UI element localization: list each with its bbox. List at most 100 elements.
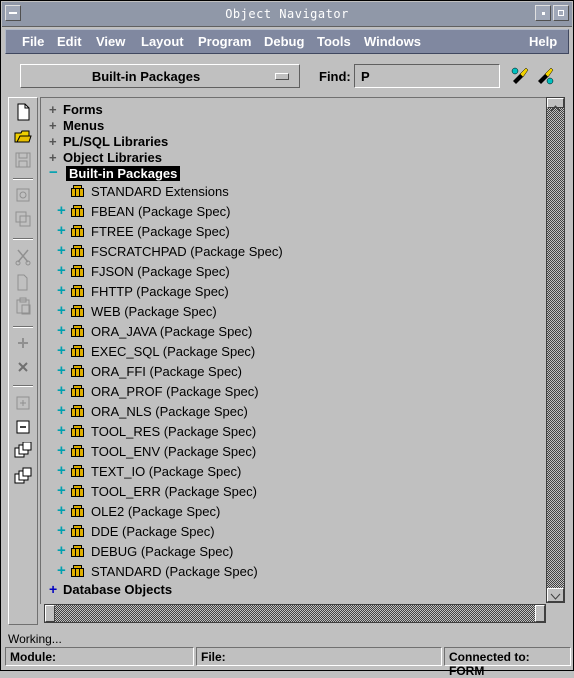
package-icon — [71, 345, 84, 357]
maximize-button[interactable] — [553, 5, 569, 21]
expand-plus-icon[interactable]: + — [49, 118, 57, 133]
expand-plus-icon[interactable]: + — [57, 382, 66, 399]
compile-button[interactable] — [14, 210, 32, 228]
package-icon — [71, 505, 84, 517]
expand-plus-icon[interactable]: + — [57, 262, 66, 279]
vertical-scrollbar[interactable] — [546, 97, 565, 603]
find-previous-button[interactable] — [510, 66, 530, 86]
status-bar: Module: File: Connected to: FORM — [5, 647, 571, 678]
copy-button[interactable] — [14, 274, 32, 292]
menu-layout[interactable]: Layout — [141, 34, 184, 49]
expand-plus-icon[interactable]: + — [57, 522, 66, 539]
expand-plus-icon[interactable]: + — [57, 462, 66, 479]
toolbar-separator — [13, 178, 33, 180]
file-field: File: — [196, 647, 442, 666]
tree-node-label: FHTTP (Package Spec) — [91, 284, 229, 299]
minimize-button[interactable] — [535, 5, 551, 21]
package-icon-container — [71, 305, 84, 320]
tree-node-label: FBEAN (Package Spec) — [91, 204, 231, 219]
collapse-minus-icon[interactable]: − — [49, 164, 58, 181]
expand-plus-icon[interactable]: + — [57, 482, 66, 499]
package-icon — [71, 305, 84, 317]
object-tree: + Forms + Menus + PL/SQL Libraries + Obj… — [40, 97, 547, 604]
package-icon — [71, 425, 84, 437]
menu-program[interactable]: Program — [198, 34, 251, 49]
toolbar-separator — [13, 385, 33, 387]
menu-view[interactable]: View — [96, 34, 125, 49]
expand-plus-icon[interactable]: + — [57, 282, 66, 299]
scroll-down-arrow[interactable] — [547, 588, 564, 602]
tree-node-label: ORA_JAVA (Package Spec) — [91, 324, 253, 339]
expand-plus-icon[interactable]: + — [49, 150, 57, 165]
expand-plus-icon[interactable]: + — [57, 322, 66, 339]
collapse-all-button[interactable] — [14, 466, 32, 484]
down-arrow-icon — [550, 593, 561, 600]
combo-arrow-icon — [275, 73, 289, 80]
expand-plus-icon[interactable]: + — [57, 562, 66, 579]
paste-button[interactable] — [14, 297, 32, 315]
binoculars-back-icon — [511, 67, 529, 84]
expand-plus-icon[interactable]: + — [57, 362, 66, 379]
expand-plus-icon[interactable]: + — [57, 402, 66, 419]
binoculars-forward-icon — [538, 67, 554, 85]
collapse-button[interactable] — [14, 418, 32, 436]
cut-button[interactable] — [14, 248, 32, 266]
expand-plus-icon[interactable]: + — [57, 442, 66, 459]
package-icon — [71, 445, 84, 457]
maximize-icon — [558, 10, 564, 16]
package-icon-container — [71, 545, 84, 560]
expand-plus-icon[interactable]: + — [57, 542, 66, 559]
tree-node-label: Database Objects — [63, 582, 173, 597]
create-button[interactable] — [14, 334, 32, 352]
menu-tools[interactable]: Tools — [317, 34, 351, 49]
package-icon-container — [71, 345, 84, 360]
menu-bar: File Edit View Layout Program Debug Tool… — [5, 29, 569, 54]
menu-debug[interactable]: Debug — [264, 34, 304, 49]
expand-plus-icon[interactable]: + — [57, 502, 66, 519]
save-button[interactable] — [14, 151, 32, 169]
find-input[interactable] — [354, 64, 500, 88]
package-icon-container — [71, 485, 84, 500]
tree-node-label: PL/SQL Libraries — [63, 134, 169, 149]
expand-button[interactable] — [14, 394, 32, 412]
scroll-right-arrow[interactable] — [535, 605, 545, 622]
expand-icon — [16, 396, 30, 410]
minimize-icon — [542, 12, 545, 15]
node-type-combo[interactable]: Built-in Packages — [20, 64, 300, 88]
scroll-left-arrow[interactable] — [45, 605, 55, 622]
menu-windows[interactable]: Windows — [364, 34, 421, 49]
expand-plus-icon[interactable]: + — [49, 102, 57, 117]
status-message: Working... — [8, 632, 62, 646]
expand-all-button[interactable] — [14, 441, 32, 460]
tree-node-label: DDE (Package Spec) — [91, 524, 215, 539]
new-document-icon — [17, 103, 30, 121]
find-label: Find: — [319, 69, 351, 84]
expand-plus-icon[interactable]: + — [57, 242, 66, 259]
open-folder-button[interactable] — [14, 127, 32, 145]
package-icon-container — [71, 185, 84, 200]
scroll-up-arrow[interactable] — [547, 98, 564, 112]
package-icon-container — [71, 445, 84, 460]
expand-plus-icon[interactable]: + — [49, 581, 57, 597]
expand-plus-icon[interactable]: + — [49, 134, 57, 149]
menu-help[interactable]: Help — [529, 34, 557, 49]
menu-edit[interactable]: Edit — [57, 34, 82, 49]
new-document-button[interactable] — [14, 103, 32, 121]
package-icon-container — [71, 405, 84, 420]
delete-button[interactable] — [14, 358, 32, 376]
expand-plus-icon[interactable]: + — [57, 302, 66, 319]
open-folder-icon — [14, 130, 32, 143]
menu-file[interactable]: File — [22, 34, 44, 49]
run-form-icon — [16, 188, 30, 202]
expand-plus-icon[interactable]: + — [57, 422, 66, 439]
expand-plus-icon[interactable]: + — [57, 342, 66, 359]
expand-plus-icon[interactable]: + — [57, 222, 66, 239]
package-icon-container — [71, 425, 84, 440]
expand-plus-icon[interactable]: + — [57, 202, 66, 219]
horizontal-scrollbar[interactable] — [44, 604, 546, 623]
package-icon — [71, 545, 84, 557]
title-bar[interactable]: Object Navigator — [2, 2, 572, 27]
vertical-toolbar — [8, 97, 38, 625]
find-next-button[interactable] — [535, 66, 555, 86]
run-button[interactable] — [14, 186, 32, 204]
